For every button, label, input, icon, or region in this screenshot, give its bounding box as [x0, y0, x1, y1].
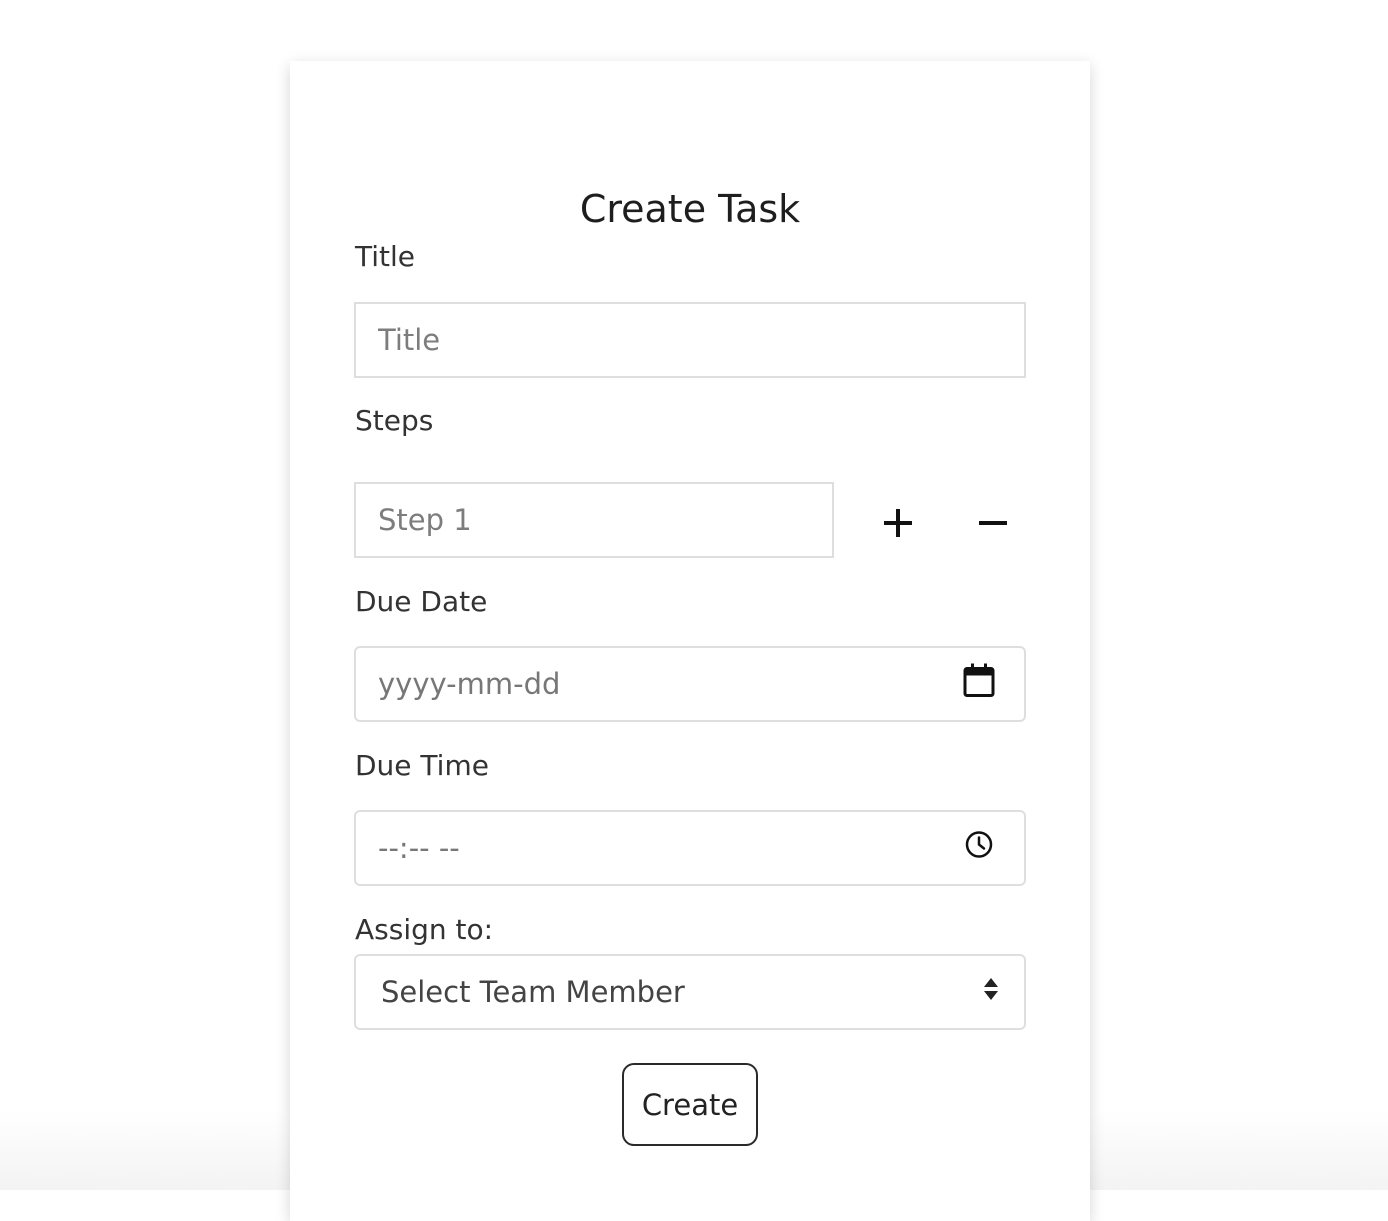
page-title: Create Task [579, 187, 801, 231]
due-time-input[interactable]: --:-- -- [354, 810, 1026, 886]
assign-label: Assign to: [355, 913, 494, 946]
due-time-placeholder: --:-- -- [378, 831, 460, 865]
calendar-icon[interactable] [962, 663, 996, 706]
create-task-card: Create Task [290, 61, 1090, 1221]
clock-icon[interactable] [964, 830, 994, 867]
sort-arrows-icon [982, 975, 1000, 1009]
due-date-label: Due Date [355, 585, 488, 618]
remove-step-button[interactable] [968, 500, 1018, 546]
assign-selected-value: Select Team Member [381, 975, 685, 1009]
due-date-input[interactable]: yyyy-mm-dd [354, 646, 1026, 722]
plus-icon [884, 509, 912, 537]
add-step-button[interactable] [873, 500, 923, 546]
due-time-label: Due Time [355, 749, 489, 782]
create-button[interactable]: Create [622, 1063, 758, 1146]
assign-select[interactable]: Select Team Member [354, 954, 1026, 1030]
title-label: Title [355, 240, 416, 273]
step-input[interactable] [354, 482, 834, 558]
title-input[interactable] [354, 302, 1026, 378]
minus-icon [979, 521, 1007, 525]
steps-label: Steps [355, 404, 434, 437]
due-date-placeholder: yyyy-mm-dd [378, 667, 561, 701]
